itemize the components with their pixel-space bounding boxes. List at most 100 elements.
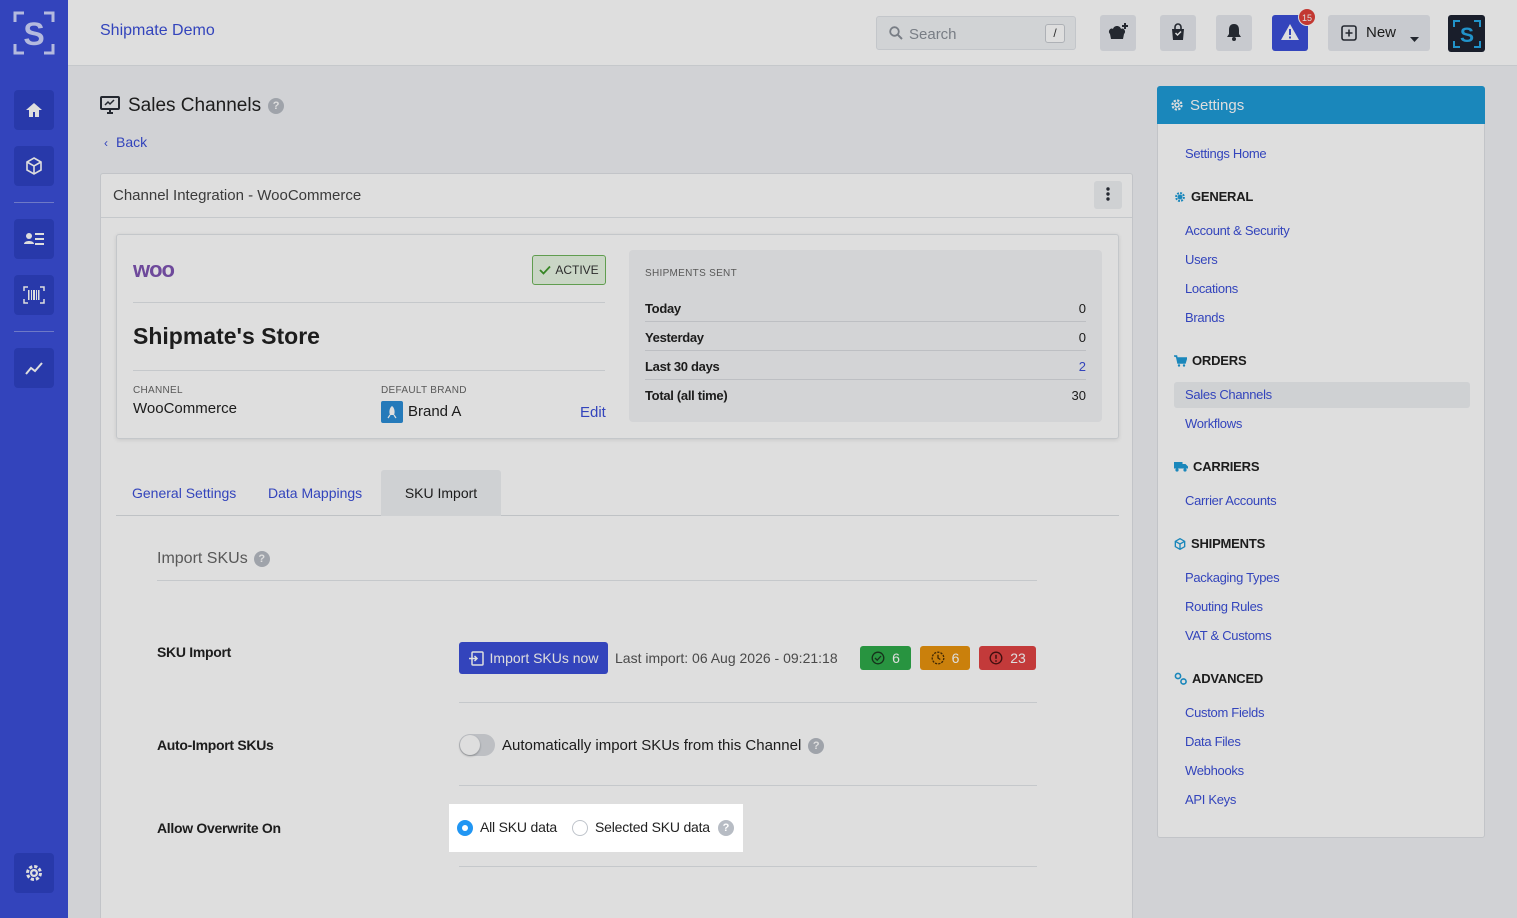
- tab-bar: General Settings Data Mappings SKU Impor…: [116, 470, 1119, 516]
- settings-link-data-files[interactable]: Data Files: [1185, 734, 1241, 749]
- divider: [133, 302, 605, 303]
- account-name[interactable]: Shipmate Demo: [100, 22, 215, 40]
- chef-hat-plus-button[interactable]: [1100, 15, 1136, 51]
- back-link[interactable]: ‹ Back: [104, 134, 147, 150]
- settings-link-account-security[interactable]: Account & Security: [1185, 223, 1290, 238]
- shipments-row-value: 30: [1071, 388, 1086, 403]
- card-title: Channel Integration - WooCommerce: [113, 187, 362, 204]
- allow-overwrite-label: Allow Overwrite On: [157, 820, 281, 836]
- shopping-bag-icon: [1170, 22, 1186, 44]
- tab-general-settings[interactable]: General Settings: [116, 470, 252, 516]
- sku-import-label: SKU Import: [157, 644, 232, 660]
- gear-icon[interactable]: [14, 853, 54, 893]
- cart-icon: [1174, 354, 1187, 367]
- shipments-heading: SHIPMENTS SENT: [645, 268, 737, 279]
- overwrite-radio-group: All SKU data Selected SKU data ?: [449, 804, 743, 852]
- search-placeholder: Search: [909, 26, 957, 43]
- chef-hat-plus-icon: [1107, 22, 1129, 45]
- settings-link-routing-rules[interactable]: Routing Rules: [1185, 599, 1263, 614]
- rail-divider: [14, 202, 54, 203]
- settings-group-shipments: SHIPMENTS: [1174, 536, 1265, 551]
- settings-link-sales-channels[interactable]: Sales Channels: [1174, 382, 1470, 408]
- settings-link-webhooks[interactable]: Webhooks: [1185, 763, 1244, 778]
- tab-data-mappings[interactable]: Data Mappings: [252, 470, 378, 516]
- radio-label[interactable]: Selected SKU data: [595, 819, 710, 835]
- radio-all-sku-data[interactable]: [457, 820, 473, 836]
- shipments-row-value: 0: [1078, 330, 1086, 345]
- settings-group-carriers: CARRIERS: [1174, 459, 1259, 474]
- check-icon: [539, 265, 551, 275]
- settings-link-locations[interactable]: Locations: [1185, 281, 1238, 296]
- settings-home-link[interactable]: Settings Home: [1185, 146, 1267, 161]
- shipments-row-value-link[interactable]: 2: [1079, 359, 1086, 374]
- barcode-icon[interactable]: [14, 275, 54, 315]
- section-title: Import SKUs ?: [157, 550, 270, 568]
- settings-link-custom-fields[interactable]: Custom Fields: [1185, 705, 1264, 720]
- gear-icon: [1171, 99, 1183, 111]
- shipments-row-label: Yesterday: [645, 330, 704, 345]
- auto-import-label: Auto-Import SKUs: [157, 737, 274, 753]
- chevron-left-icon: ‹: [104, 136, 108, 150]
- pending-count-badge[interactable]: 6: [920, 646, 970, 670]
- rail-divider: [14, 331, 54, 332]
- help-icon[interactable]: ?: [268, 98, 285, 114]
- shipments-row-label: Total (all time): [645, 388, 728, 403]
- monitor-icon: [100, 95, 120, 117]
- radio-label[interactable]: All SKU data: [480, 819, 557, 835]
- settings-link-packaging-types[interactable]: Packaging Types: [1185, 570, 1280, 585]
- settings-link-api-keys[interactable]: API Keys: [1185, 792, 1236, 807]
- settings-link-workflows[interactable]: Workflows: [1185, 416, 1242, 431]
- shipments-row-total: Total (all time) 30: [645, 380, 1086, 409]
- user-avatar[interactable]: S: [1448, 15, 1485, 52]
- back-link-label: Back: [116, 134, 148, 150]
- last-import-text: Last import: 06 Aug 2026 - 09:21:18: [615, 650, 838, 666]
- gear-icon: [1175, 191, 1185, 202]
- svg-text:S: S: [23, 16, 44, 52]
- status-badge: ACTIVE: [532, 255, 606, 285]
- import-icon: [468, 650, 484, 666]
- default-brand-value: Brand A: [408, 403, 462, 420]
- shipments-row-today: Today 0: [645, 293, 1086, 322]
- shopping-bag-button[interactable]: [1160, 15, 1196, 51]
- settings-header: Settings: [1157, 86, 1485, 124]
- trend-chart-icon[interactable]: [14, 348, 54, 388]
- auto-import-toggle[interactable]: [459, 734, 495, 756]
- help-icon[interactable]: ?: [808, 737, 825, 754]
- notifications-button[interactable]: [1216, 15, 1252, 51]
- import-skus-button[interactable]: Import SKUs now: [459, 642, 608, 674]
- help-icon[interactable]: ?: [718, 820, 734, 836]
- error-count-badge[interactable]: 23: [979, 646, 1036, 670]
- gears-icon: [1174, 672, 1187, 685]
- package-icon[interactable]: [14, 146, 54, 186]
- tab-sku-import[interactable]: SKU Import: [381, 470, 501, 516]
- shipmate-logo-icon[interactable]: S: [12, 10, 56, 56]
- auto-import-text: Automatically import SKUs from this Chan…: [502, 737, 802, 754]
- settings-group-title: SHIPMENTS: [1191, 536, 1266, 551]
- help-icon[interactable]: ?: [253, 551, 270, 567]
- channel-value: WooCommerce: [133, 400, 237, 417]
- kebab-menu-icon: [1106, 186, 1110, 204]
- shipments-row-yesterday: Yesterday 0: [645, 322, 1086, 351]
- clock-icon: [931, 651, 945, 665]
- success-count-badge[interactable]: 6: [860, 646, 911, 670]
- settings-group-orders: ORDERS: [1174, 353, 1247, 368]
- channel-label: CHANNEL: [133, 385, 183, 396]
- settings-link-carrier-accounts[interactable]: Carrier Accounts: [1185, 493, 1277, 508]
- settings-link-vat-customs[interactable]: VAT & Customs: [1185, 628, 1272, 643]
- pending-count: 6: [951, 650, 960, 666]
- radio-selected-sku-data[interactable]: [572, 820, 588, 836]
- edit-brand-link[interactable]: Edit: [580, 404, 606, 421]
- check-circle-icon: [871, 651, 885, 665]
- alerts-button[interactable]: 15: [1272, 8, 1316, 51]
- more-options-button[interactable]: [1094, 181, 1122, 209]
- settings-link-users[interactable]: Users: [1185, 252, 1218, 267]
- contact-list-icon[interactable]: [14, 219, 54, 259]
- toggle-knob: [460, 735, 480, 755]
- import-skus-button-label: Import SKUs now: [489, 650, 599, 666]
- settings-link-brands[interactable]: Brands: [1185, 310, 1225, 325]
- settings-title: Settings: [1190, 96, 1245, 114]
- new-button[interactable]: New: [1328, 15, 1430, 51]
- search-input[interactable]: Search /: [876, 16, 1076, 50]
- section-title-text: Import SKUs: [157, 550, 248, 567]
- home-icon[interactable]: [14, 90, 54, 130]
